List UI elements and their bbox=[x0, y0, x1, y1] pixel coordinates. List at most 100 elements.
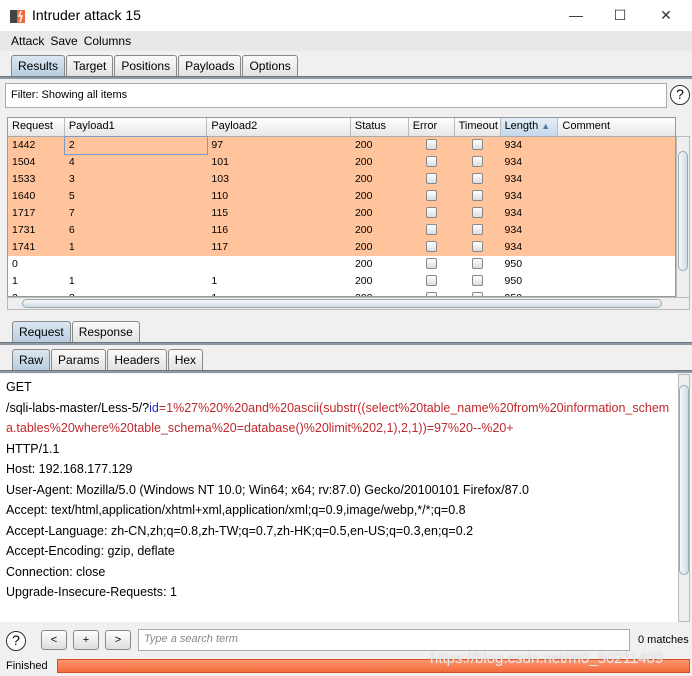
window-title: Intruder attack 15 bbox=[32, 7, 141, 23]
cell-status: 200 bbox=[354, 258, 373, 270]
checkbox-icon bbox=[426, 224, 438, 235]
menu-columns[interactable]: Columns bbox=[84, 34, 131, 48]
checkbox-icon bbox=[426, 241, 438, 252]
table-row[interactable]: 1731 6 116 200 934 bbox=[8, 222, 675, 239]
tab-request[interactable]: Request bbox=[12, 321, 71, 342]
cell-p2: 103 bbox=[211, 173, 229, 185]
cell-length: 934 bbox=[504, 190, 523, 202]
menu-attack[interactable]: Attack bbox=[11, 34, 44, 48]
cell-status: 200 bbox=[354, 241, 373, 253]
tab-raw[interactable]: Raw bbox=[12, 349, 51, 370]
column-request[interactable]: Request bbox=[8, 118, 65, 136]
search-input[interactable]: Type a search term bbox=[138, 629, 630, 651]
minimize-button[interactable]: — bbox=[556, 4, 596, 26]
table-vertical-scrollbar[interactable] bbox=[676, 136, 690, 298]
editor-scrollbar[interactable] bbox=[678, 374, 690, 622]
column-length[interactable]: Length ▲ bbox=[500, 118, 559, 136]
add-button[interactable]: + bbox=[73, 630, 99, 650]
cell-comment bbox=[558, 256, 675, 273]
cell-length: 950 bbox=[501, 290, 559, 296]
cell-p1: 1 bbox=[68, 241, 75, 253]
cell-p1: 5 bbox=[68, 190, 75, 202]
menu-bar: Attack Save Columns bbox=[0, 31, 692, 51]
cell-p2: 1 bbox=[207, 290, 351, 296]
filter-bar[interactable]: Filter: Showing all items bbox=[5, 83, 667, 108]
maximize-button[interactable]: ☐ bbox=[600, 4, 640, 26]
table-row[interactable]: 1442 2 97 200 934 bbox=[8, 136, 675, 155]
timeout-checkbox bbox=[455, 290, 501, 296]
checkbox-icon bbox=[426, 275, 438, 286]
cell-request: 0 bbox=[12, 258, 18, 270]
cell-request: 1741 bbox=[12, 241, 36, 253]
cell-length: 950 bbox=[504, 275, 523, 287]
error-checkbox bbox=[409, 256, 455, 273]
request-header-line: Accept: text/html,application/xhtml+xml,… bbox=[6, 503, 466, 517]
checkbox-icon bbox=[472, 139, 484, 150]
error-checkbox bbox=[409, 273, 455, 290]
table-row[interactable]: 1640 5 110 200 934 bbox=[8, 188, 675, 205]
tab-response[interactable]: Response bbox=[71, 321, 140, 342]
match-count: 0 matches bbox=[638, 634, 689, 646]
cell-comment bbox=[558, 171, 675, 188]
cell-length: 934 bbox=[504, 139, 523, 151]
timeout-checkbox bbox=[455, 222, 501, 239]
tab-positions[interactable]: Positions bbox=[114, 55, 178, 76]
request-header-line: Accept-Encoding: gzip, deflate bbox=[6, 544, 175, 558]
tab-options[interactable]: Options bbox=[242, 55, 298, 76]
tab-target[interactable]: Target bbox=[66, 55, 114, 76]
column-timeout[interactable]: Timeout bbox=[455, 118, 501, 136]
checkbox-icon bbox=[472, 224, 484, 235]
checkbox-icon bbox=[426, 207, 438, 218]
cell-p1 bbox=[65, 256, 208, 273]
cell-status: 200 bbox=[354, 224, 373, 236]
help-icon[interactable]: ? bbox=[670, 85, 690, 105]
timeout-checkbox bbox=[455, 205, 501, 222]
tab-payloads[interactable]: Payloads bbox=[178, 55, 242, 76]
burp-logo-icon bbox=[10, 10, 25, 23]
table-row[interactable]: 1533 3 103 200 934 bbox=[8, 171, 675, 188]
cell-status: 200 bbox=[354, 173, 373, 185]
tab-headers[interactable]: Headers bbox=[107, 349, 167, 370]
request-path: /sqli-labs-master/Less-5/? bbox=[6, 400, 150, 415]
request-header-line: Accept-Language: zh-CN,zh;q=0.8,zh-TW;q=… bbox=[6, 523, 474, 538]
table-row[interactable]: 1741 1 117 200 934 bbox=[8, 239, 675, 256]
previous-match-button[interactable]: < bbox=[41, 630, 67, 650]
table-row[interactable]: 1 1 1 200 950 bbox=[8, 273, 675, 290]
cell-comment bbox=[558, 188, 675, 205]
menu-save[interactable]: Save bbox=[50, 34, 77, 48]
column-status[interactable]: Status bbox=[351, 118, 409, 136]
help-icon[interactable]: ? bbox=[6, 631, 26, 651]
cell-request: 1442 bbox=[12, 139, 36, 151]
cell-length: 934 bbox=[504, 241, 523, 253]
request-url: /sqli-labs-master/Less-5/?id=1%27%20%20a… bbox=[6, 398, 672, 439]
table-row[interactable]: 0 200 950 bbox=[8, 256, 675, 273]
checkbox-icon bbox=[472, 156, 484, 167]
tab-results[interactable]: Results bbox=[11, 55, 66, 76]
column-payload1[interactable]: Payload1 bbox=[65, 118, 208, 136]
tab-params[interactable]: Params bbox=[51, 349, 107, 370]
close-button[interactable]: ✕ bbox=[646, 4, 686, 26]
column-error[interactable]: Error bbox=[409, 118, 455, 136]
checkbox-icon bbox=[472, 173, 484, 184]
table-row[interactable]: 1504 4 101 200 934 bbox=[8, 154, 675, 171]
cell-length: 934 bbox=[504, 224, 523, 236]
error-checkbox bbox=[409, 205, 455, 222]
cell-p2: 97 bbox=[211, 139, 224, 151]
table-row[interactable]: 221200950 bbox=[8, 290, 675, 296]
request-editor[interactable]: GET /sqli-labs-master/Less-5/?id=1%27%20… bbox=[0, 374, 678, 622]
checkbox-icon bbox=[472, 190, 484, 201]
cell-p2: 115 bbox=[211, 207, 229, 219]
error-checkbox bbox=[409, 222, 455, 239]
column-comment[interactable]: Comment bbox=[558, 118, 675, 136]
next-match-button[interactable]: > bbox=[105, 630, 131, 650]
cell-status: 200 bbox=[351, 290, 409, 296]
status-label: Finished bbox=[6, 660, 48, 672]
timeout-checkbox bbox=[455, 171, 501, 188]
title-bar: Intruder attack 15 — ☐ ✕ bbox=[0, 0, 692, 31]
table-horizontal-scrollbar[interactable] bbox=[7, 297, 690, 310]
cell-comment bbox=[558, 137, 675, 154]
cell-status: 200 bbox=[354, 207, 373, 219]
column-payload2[interactable]: Payload2 bbox=[207, 118, 351, 136]
tab-hex[interactable]: Hex bbox=[167, 349, 204, 370]
table-row[interactable]: 1717 7 115 200 934 bbox=[8, 205, 675, 222]
